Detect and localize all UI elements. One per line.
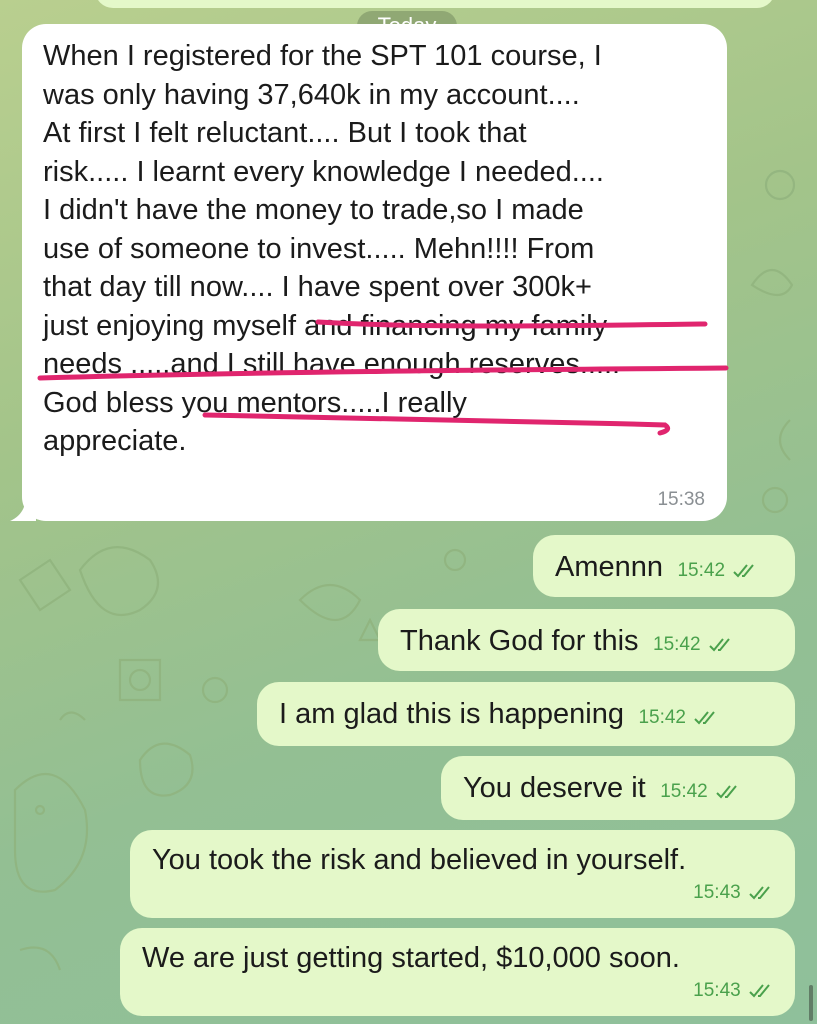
double-check-icon bbox=[694, 711, 716, 725]
outgoing-message-text: Amennn bbox=[555, 551, 664, 583]
double-check-icon bbox=[749, 886, 770, 900]
outgoing-message-bubble[interactable]: We are just getting started, $10,000 soo… bbox=[120, 928, 795, 1016]
message-timestamp: 15:42 bbox=[653, 634, 735, 655]
message-timestamp: 15:42 bbox=[677, 560, 759, 581]
message-timestamp: 15:43 bbox=[142, 980, 775, 1002]
double-check-icon bbox=[716, 785, 737, 799]
incoming-message-text: When I registered for the SPT 101 course… bbox=[43, 40, 621, 457]
incoming-message-bubble[interactable]: When I registered for the SPT 101 course… bbox=[10, 24, 727, 521]
outgoing-message-bubble[interactable]: You deserve it 15:42 bbox=[441, 756, 795, 820]
scrollbar-thumb[interactable] bbox=[809, 985, 813, 1021]
bubble-tail-icon bbox=[10, 499, 36, 521]
double-check-icon bbox=[733, 564, 755, 578]
message-timestamp: 15:43 bbox=[152, 882, 775, 904]
message-timestamp: 15:42 bbox=[660, 781, 742, 802]
outgoing-message-bubble[interactable]: Thank God for this 15:42 bbox=[378, 609, 795, 671]
message-timestamp: 15:42 bbox=[638, 707, 720, 728]
message-timestamp: 15:38 bbox=[657, 489, 705, 510]
outgoing-message-bubble[interactable]: I am glad this is happening 15:42 bbox=[257, 682, 795, 746]
outgoing-message-text: You deserve it bbox=[463, 772, 646, 804]
previous-message-bubble bbox=[95, 0, 775, 8]
outgoing-message-bubble[interactable]: Amennn 15:42 bbox=[533, 535, 795, 597]
outgoing-message-text: You took the risk and believed in yourse… bbox=[152, 844, 687, 876]
outgoing-message-text: I am glad this is happening bbox=[279, 698, 624, 730]
outgoing-message-text: We are just getting started, $10,000 soo… bbox=[142, 942, 680, 974]
double-check-icon bbox=[749, 984, 770, 998]
outgoing-message-bubble[interactable]: You took the risk and believed in yourse… bbox=[130, 830, 795, 918]
outgoing-message-text: Thank God for this bbox=[400, 625, 639, 657]
double-check-icon bbox=[709, 638, 730, 652]
